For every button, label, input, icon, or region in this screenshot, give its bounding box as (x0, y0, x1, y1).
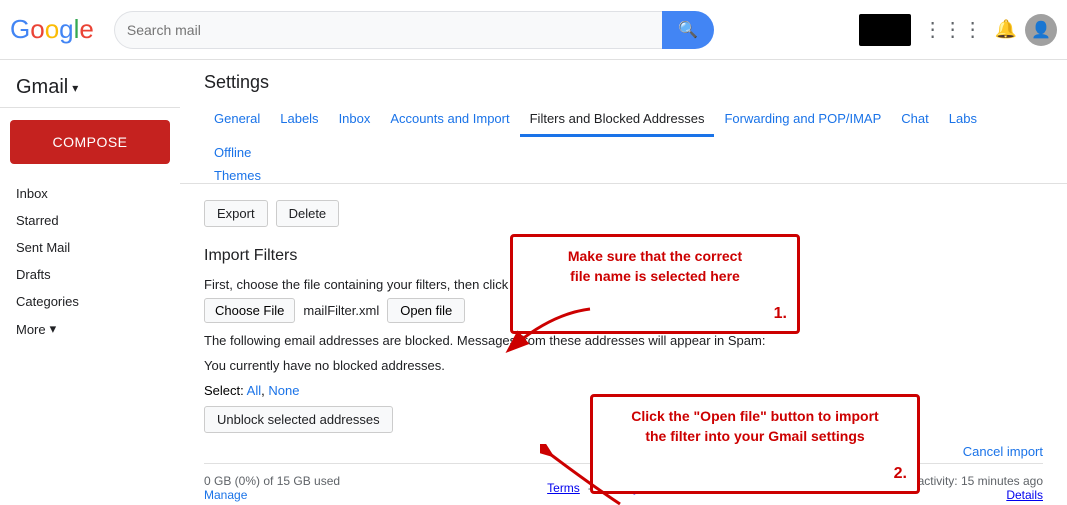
tab-general[interactable]: General (204, 103, 270, 137)
sidebar-item-more[interactable]: More ▾ (0, 315, 180, 343)
open-file-button[interactable]: Open file (387, 298, 465, 323)
sidebar-item-inbox[interactable]: Inbox (0, 180, 180, 207)
footer: 0 GB (0%) of 15 GB used Manage Terms - P… (204, 463, 1043, 505)
tab-forwarding[interactable]: Forwarding and POP/IMAP (714, 103, 891, 137)
delete-button[interactable]: Delete (276, 200, 340, 227)
settings-body: Export Delete Import Filters First, choo… (180, 184, 1067, 505)
drafts-label: Drafts (16, 267, 51, 282)
settings-header: Settings General Labels Inbox Accounts a… (180, 60, 1067, 184)
footer-center-links: Terms - Privacy (547, 481, 639, 495)
gmail-section: Gmail ▾ (0, 68, 180, 108)
sidebar-item-starred[interactable]: Starred (0, 207, 180, 234)
no-blocked-message: You currently have no blocked addresses. (204, 358, 1043, 373)
tab-accounts-import[interactable]: Accounts and Import (380, 103, 519, 137)
import-instruction: First, choose the file containing your f… (204, 277, 1043, 292)
selected-file-name: mailFilter.xml (303, 303, 379, 318)
gmail-label: Gmail ▾ (16, 76, 78, 99)
tab-labels[interactable]: Labels (270, 103, 328, 137)
select-all-link[interactable]: All (247, 383, 261, 398)
settings-tabs-row2: Themes (204, 168, 1043, 183)
sidebar-item-drafts[interactable]: Drafts (0, 261, 180, 288)
google-logo: Google (10, 14, 94, 45)
select-row: Select: All, None (204, 383, 1043, 398)
top-right-icons: ⋮⋮⋮ 🔔 👤 (859, 13, 1057, 46)
footer-right: Last account activity: 15 minutes ago De… (846, 474, 1043, 502)
inbox-label: Inbox (16, 186, 48, 201)
tab-chat[interactable]: Chat (891, 103, 938, 137)
content-area: Settings General Labels Inbox Accounts a… (180, 60, 1067, 505)
footer-left: 0 GB (0%) of 15 GB used Manage (204, 474, 340, 502)
last-activity: Last account activity: 15 minutes ago (846, 474, 1043, 488)
sidebar-item-sent[interactable]: Sent Mail (0, 234, 180, 261)
choose-file-button[interactable]: Choose File (204, 298, 295, 323)
callout-2-text: Click the "Open file" button to import t… (631, 408, 878, 444)
privacy-link[interactable]: Privacy (600, 481, 639, 495)
export-button[interactable]: Export (204, 200, 268, 227)
gmail-dropdown-arrow[interactable]: ▾ (72, 81, 78, 95)
notifications-icon[interactable]: 🔔 (995, 19, 1017, 40)
more-chevron-icon: ▾ (50, 321, 57, 337)
unblock-button[interactable]: Unblock selected addresses (204, 406, 393, 433)
search-button[interactable]: 🔍 (662, 11, 714, 49)
search-bar: 🔍 (114, 11, 714, 49)
black-rect (859, 14, 911, 46)
import-filters-title: Import Filters (204, 247, 1043, 265)
cancel-import-link[interactable]: Cancel import (963, 444, 1043, 459)
action-buttons: Export Delete (204, 200, 1043, 227)
import-file-row: Choose File mailFilter.xml Open file (204, 298, 1043, 323)
top-bar: Google 🔍 ⋮⋮⋮ 🔔 👤 (0, 0, 1067, 60)
avatar[interactable]: 👤 (1025, 14, 1057, 46)
compose-button[interactable]: COMPOSE (10, 120, 170, 164)
tab-inbox[interactable]: Inbox (329, 103, 381, 137)
select-none-link[interactable]: None (268, 383, 299, 398)
search-input[interactable] (114, 11, 662, 49)
more-label: More (16, 322, 46, 337)
details-link[interactable]: Details (1006, 488, 1043, 502)
sent-label: Sent Mail (16, 240, 70, 255)
main-layout: Gmail ▾ COMPOSE Inbox Starred Sent Mail … (0, 60, 1067, 505)
tab-offline[interactable]: Offline (204, 137, 261, 168)
terms-link[interactable]: Terms (547, 481, 580, 495)
manage-link[interactable]: Manage (204, 488, 247, 502)
starred-label: Starred (16, 213, 59, 228)
categories-label: Categories (16, 294, 79, 309)
tab-labs[interactable]: Labs (939, 103, 987, 137)
select-label: Select: (204, 383, 244, 398)
grid-icon[interactable]: ⋮⋮⋮ (919, 13, 987, 46)
sidebar-item-categories[interactable]: Categories (0, 288, 180, 315)
sidebar: Gmail ▾ COMPOSE Inbox Starred Sent Mail … (0, 60, 180, 505)
storage-info: 0 GB (0%) of 15 GB used (204, 474, 340, 488)
blocked-addresses-description: The following email addresses are blocke… (204, 333, 1043, 348)
tab-filters-blocked[interactable]: Filters and Blocked Addresses (520, 103, 715, 137)
settings-title: Settings (204, 72, 1043, 93)
settings-tabs-row1: General Labels Inbox Accounts and Import… (204, 103, 1043, 168)
tab-themes[interactable]: Themes (204, 168, 261, 183)
